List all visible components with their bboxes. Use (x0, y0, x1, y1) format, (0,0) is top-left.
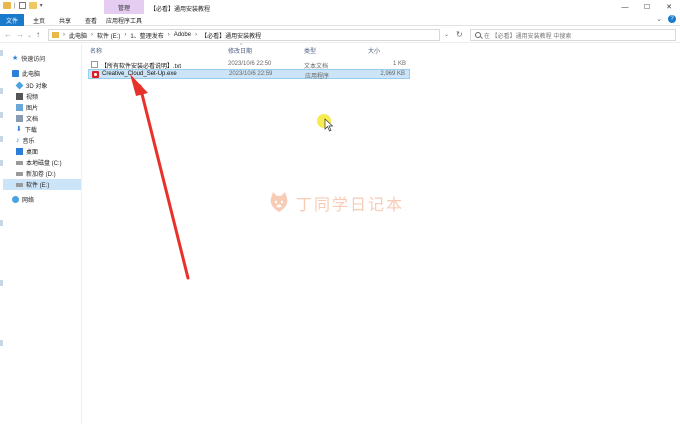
file-type: 应用程序 (305, 74, 330, 80)
column-header-name[interactable]: 名称 (90, 45, 102, 56)
forward-arrow-icon[interactable]: → (16, 30, 24, 39)
creative-cloud-exe-icon (92, 71, 99, 78)
ribbon-tabs: 文件 主页 共享 查看 应用程序工具 ⌄ ? (0, 14, 680, 26)
sidebar-item-this-pc[interactable]: 此电脑 (12, 68, 40, 79)
sidebar-item-videos[interactable]: 视频 (16, 91, 38, 102)
address-bar[interactable]: › 此电脑 › 软件 (E:) › 1、整理发布 › Adobe › 【必看】通… (48, 29, 440, 41)
drive-icon (16, 182, 23, 187)
sidebar-item-3d-objects[interactable]: 3D 对象 (15, 80, 47, 91)
tab-home[interactable]: 主页 (28, 14, 50, 26)
address-dropdown-icon[interactable]: ⌄ (444, 31, 449, 38)
breadcrumb-release[interactable]: 1、整理发布 (130, 31, 163, 40)
star-icon: ★ (12, 55, 19, 62)
column-header-type[interactable]: 类型 (304, 45, 316, 56)
refresh-icon[interactable]: ↻ (456, 30, 463, 39)
sidebar-item-downloads[interactable]: ⬇ 下载 (16, 124, 37, 135)
breadcrumb-drive-e[interactable]: 软件 (E:) (97, 31, 120, 40)
sidebar-item-quick-access[interactable]: ★ 快速访问 (12, 53, 45, 64)
title-bar: | ▾ 管理 【必看】通用安装教程 — ☐ ✕ (0, 0, 680, 14)
video-icon (16, 93, 23, 100)
tab-application-tools[interactable]: 应用程序工具 (104, 14, 144, 26)
help-icon[interactable]: ? (668, 15, 676, 23)
back-arrow-icon[interactable]: ← (4, 30, 12, 39)
maximize-button[interactable]: ☐ (636, 0, 658, 14)
navigation-bar: ← → ⌄ ↑ › 此电脑 › 软件 (E:) › 1、整理发布 › Adobe… (0, 27, 680, 43)
breadcrumb-current-folder[interactable]: 【必看】通用安装教程 (201, 31, 261, 40)
text-file-icon (91, 61, 98, 68)
recent-locations-icon[interactable]: ⌄ (27, 32, 32, 39)
context-tab-manage[interactable]: 管理 (104, 0, 144, 14)
document-icon (16, 115, 23, 122)
close-button[interactable]: ✕ (658, 0, 680, 14)
file-size: 2,969 KB (380, 71, 405, 77)
new-folder-icon[interactable] (28, 2, 37, 9)
drive-icon (16, 171, 23, 176)
window-left-edge (0, 44, 3, 424)
sidebar-item-drive-d[interactable]: 新加卷 (D:) (16, 168, 56, 179)
file-row-exe[interactable]: Creative_Cloud_Set-Up.exe 2023/10/6 22:5… (88, 69, 410, 80)
download-icon: ⬇ (16, 126, 22, 133)
navigation-pane: ★ 快速访问 此电脑 3D 对象 视频 图片 文档 ⬇ 下载 ♪ 音乐 桌面 本… (0, 44, 82, 424)
search-icon (475, 32, 481, 38)
file-date: 2023/10/6 22:59 (229, 71, 273, 77)
music-icon: ♪ (16, 137, 20, 144)
sidebar-item-network[interactable]: 网络 (12, 194, 34, 205)
sidebar-item-desktop[interactable]: 桌面 (16, 146, 38, 157)
sidebar-item-drive-c[interactable]: 本地磁盘 (C:) (16, 157, 62, 168)
column-header-date[interactable]: 修改日期 (228, 45, 252, 56)
search-input[interactable]: 在 【必看】通用安装教程 中搜索 (470, 29, 676, 41)
window-title: 【必看】通用安装教程 (150, 7, 211, 13)
computer-icon (12, 70, 19, 77)
expand-ribbon-icon[interactable]: ⌄ (656, 15, 662, 23)
search-placeholder: 在 【必看】通用安装教程 中搜索 (484, 33, 572, 40)
mouse-cursor-icon (324, 118, 334, 132)
sidebar-item-documents[interactable]: 文档 (16, 113, 38, 124)
network-icon (12, 196, 19, 203)
breadcrumb-adobe[interactable]: Adobe (174, 32, 191, 38)
file-list: ^ 名称 修改日期 类型 大小 【所有软件安装必看说明】.txt 2023/10… (84, 43, 680, 424)
cube-icon (15, 81, 24, 90)
sidebar-item-drive-e[interactable]: 软件 (E:) (3, 179, 81, 190)
quick-access-toolbar: | ▾ (3, 2, 43, 9)
watermark-text: 丁同学日记本 (296, 195, 405, 214)
minimize-button[interactable]: — (614, 0, 636, 14)
breadcrumb-this-pc[interactable]: 此电脑 (69, 31, 87, 40)
picture-icon (16, 104, 23, 111)
file-name: Creative_Cloud_Set-Up.exe (102, 71, 177, 77)
shiba-logo-icon (270, 192, 288, 212)
watermark: 丁同学日记本 (268, 190, 404, 216)
drive-icon (16, 160, 23, 165)
window-controls: — ☐ ✕ (614, 0, 680, 14)
column-header-size[interactable]: 大小 (368, 45, 380, 56)
desktop-icon (16, 148, 23, 155)
file-date: 2023/10/6 22:50 (228, 61, 272, 67)
folder-icon (52, 32, 59, 38)
tab-file[interactable]: 文件 (0, 14, 24, 26)
sidebar-item-music[interactable]: ♪ 音乐 (16, 135, 35, 146)
sidebar-item-pictures[interactable]: 图片 (16, 102, 38, 113)
properties-icon[interactable] (18, 2, 26, 9)
file-size: 1 KB (392, 61, 406, 67)
customize-toolbar-icon[interactable]: ▾ (40, 2, 43, 9)
folder-icon (3, 2, 11, 9)
tab-view[interactable]: 查看 (80, 14, 102, 26)
tab-share[interactable]: 共享 (54, 14, 76, 26)
up-arrow-icon[interactable]: ↑ (36, 30, 40, 39)
